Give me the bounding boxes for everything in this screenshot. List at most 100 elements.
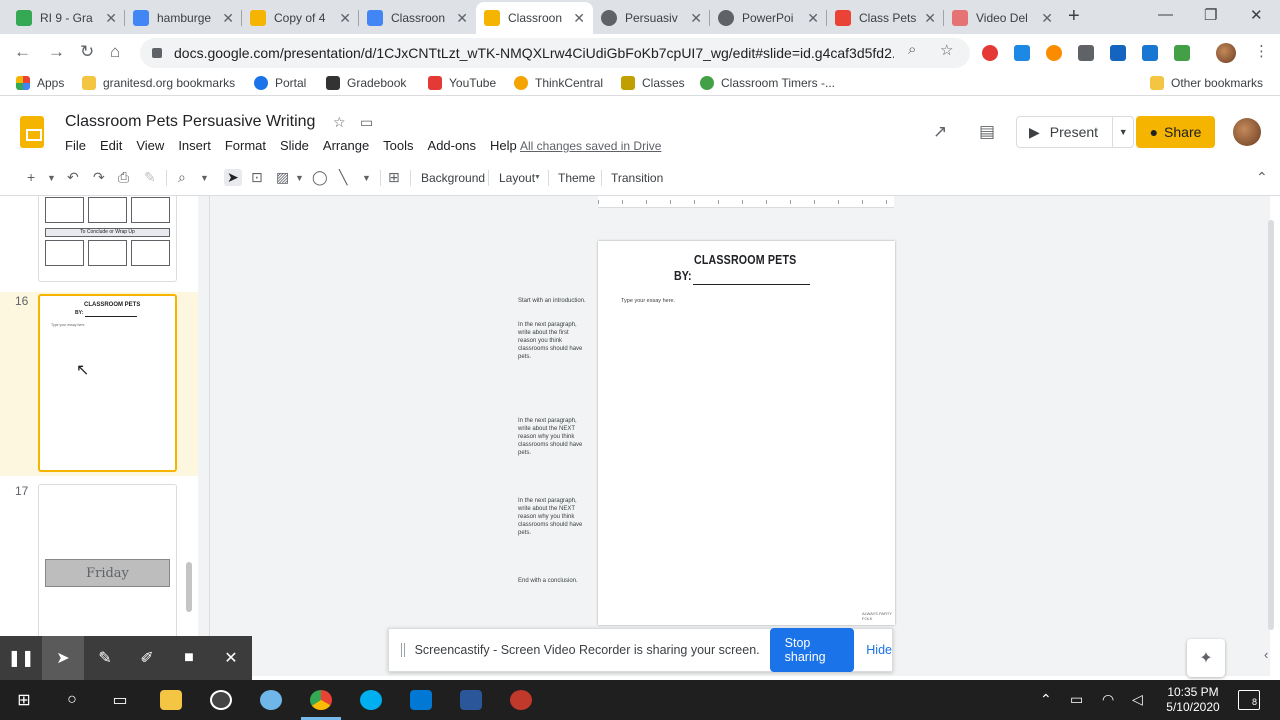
- window-close-icon[interactable]: ✕: [1250, 6, 1263, 24]
- image-dropdown-icon[interactable]: ▼: [295, 173, 304, 183]
- cursor-icon[interactable]: ➤: [42, 636, 84, 680]
- extension-icon[interactable]: [1110, 45, 1126, 61]
- filmstrip-scrollbar[interactable]: [186, 562, 192, 612]
- comments-icon[interactable]: ▤: [979, 122, 995, 142]
- close-tab-icon[interactable]: ✕: [807, 10, 819, 27]
- pause-icon[interactable]: ❚❚: [0, 636, 42, 680]
- xbox-icon[interactable]: [210, 690, 232, 710]
- share-button[interactable]: ● Share: [1136, 116, 1215, 148]
- transition-button[interactable]: Transition: [611, 171, 663, 185]
- add-comment-icon[interactable]: ⊞: [388, 169, 400, 186]
- close-tab-icon[interactable]: ✕: [222, 10, 234, 27]
- image-icon[interactable]: ▨: [276, 169, 289, 186]
- bookmark-folder[interactable]: granitesd.org bookmarks: [82, 76, 235, 90]
- word-icon[interactable]: [460, 690, 482, 710]
- extension-grid-icon[interactable]: [1078, 45, 1094, 61]
- extension-record-icon[interactable]: [982, 45, 998, 61]
- forward-icon[interactable]: →: [48, 42, 65, 62]
- select-cursor-icon[interactable]: ➤: [224, 169, 242, 186]
- browser-tab-active[interactable]: Classroon ✕: [476, 2, 593, 34]
- app-icon[interactable]: [510, 690, 532, 710]
- menu-file[interactable]: File: [65, 138, 86, 153]
- present-button[interactable]: ▶ Present ▼: [1016, 116, 1134, 148]
- profile-avatar-icon[interactable]: [1216, 43, 1236, 63]
- address-bar[interactable]: docs.google.com/presentation/d/1CJxCNTtL…: [140, 38, 970, 68]
- highlighter-icon[interactable]: ✐: [126, 636, 168, 680]
- windows-start-icon[interactable]: ⊞: [14, 690, 34, 710]
- layout-button[interactable]: Layout: [499, 171, 535, 185]
- slides-logo-icon[interactable]: [20, 116, 44, 148]
- slide-thumbnail-16[interactable]: CLASSROOM PETS BY: Type your essay here.: [38, 294, 177, 472]
- zoom-dropdown-icon[interactable]: ▼: [200, 173, 209, 183]
- pen-icon[interactable]: ✎: [84, 636, 126, 680]
- outlook-icon[interactable]: [410, 690, 432, 710]
- menu-format[interactable]: Format: [225, 138, 266, 153]
- speaker-note[interactable]: End with a conclusion.: [518, 577, 588, 585]
- menu-addons[interactable]: Add-ons: [428, 138, 476, 153]
- activity-trend-icon[interactable]: ↗: [933, 122, 947, 142]
- theme-button[interactable]: Theme: [558, 171, 595, 185]
- browser-tab[interactable]: Video Del ✕: [944, 2, 1061, 34]
- bookmark-apps[interactable]: Apps: [16, 76, 64, 90]
- star-icon[interactable]: ☆: [333, 114, 346, 131]
- slide-thumbnail-17[interactable]: Friday: [38, 484, 177, 636]
- current-slide[interactable]: CLASSROOM PETS BY: Type your essay here.…: [598, 241, 895, 625]
- url-text[interactable]: docs.google.com/presentation/d/1CJxCNTtL…: [174, 45, 894, 61]
- menu-slide[interactable]: Slide: [280, 138, 309, 153]
- speaker-note[interactable]: In the next paragraph, write about the N…: [518, 417, 588, 457]
- essay-text-box[interactable]: Type your essay here.: [621, 298, 675, 304]
- chrome-icon[interactable]: [310, 690, 332, 710]
- shape-icon[interactable]: ◯: [312, 169, 328, 186]
- file-explorer-icon[interactable]: [160, 690, 182, 710]
- menu-arrange[interactable]: Arrange: [323, 138, 369, 153]
- collapse-toolbar-icon[interactable]: ⌃: [1256, 169, 1268, 186]
- new-slide-icon[interactable]: +: [27, 169, 35, 185]
- close-tab-icon[interactable]: ✕: [690, 10, 702, 27]
- text-box-icon[interactable]: ⊡: [251, 169, 263, 186]
- speaker-note[interactable]: In the next paragraph, write about the N…: [518, 497, 588, 537]
- close-tab-icon[interactable]: ✕: [339, 10, 351, 27]
- slide-by-label[interactable]: BY:: [674, 268, 692, 283]
- browser-tab[interactable]: Copy of 4 ✕: [242, 2, 359, 34]
- close-tab-icon[interactable]: ✕: [105, 10, 117, 27]
- new-slide-dropdown-icon[interactable]: ▼: [47, 173, 56, 183]
- avatar[interactable]: [1233, 118, 1261, 146]
- layout-dropdown-icon[interactable]: ▼: [534, 174, 541, 181]
- bookmark-thinkcentral[interactable]: ThinkCentral: [514, 76, 603, 90]
- print-icon[interactable]: ⎙: [118, 169, 129, 186]
- extension-icon[interactable]: [1174, 45, 1190, 61]
- volume-icon[interactable]: ◁: [1132, 691, 1143, 708]
- browser-tab[interactable]: PowerPoi ✕: [710, 2, 827, 34]
- document-title[interactable]: Classroom Pets Persuasive Writing: [65, 113, 315, 131]
- close-tab-icon[interactable]: ✕: [573, 10, 585, 27]
- browser-tab[interactable]: hamburge ✕: [125, 2, 242, 34]
- skype-icon[interactable]: [360, 690, 382, 710]
- browser-tab[interactable]: Class Pets ✕: [827, 2, 944, 34]
- notification-center-icon[interactable]: 8: [1238, 690, 1260, 710]
- present-dropdown-icon[interactable]: ▼: [1113, 127, 1133, 137]
- browser-tab[interactable]: Classroon ✕: [359, 2, 476, 34]
- redo-icon[interactable]: ↷: [93, 169, 105, 186]
- tray-overflow-icon[interactable]: ⌃: [1040, 691, 1052, 708]
- app-icon[interactable]: [260, 690, 282, 710]
- speaker-note[interactable]: Start with an introduction.: [518, 297, 588, 305]
- reload-icon[interactable]: ↻: [80, 42, 94, 62]
- system-clock[interactable]: 10:35 PM 5/10/2020: [1158, 685, 1228, 715]
- close-tab-icon[interactable]: ✕: [924, 10, 936, 27]
- task-view-icon[interactable]: ▭: [110, 690, 130, 710]
- new-tab-button[interactable]: +: [1068, 5, 1080, 28]
- bookmark-classroom-timers[interactable]: Classroom Timers -...: [700, 76, 835, 90]
- menu-help[interactable]: Help: [490, 138, 517, 153]
- menu-view[interactable]: View: [136, 138, 164, 153]
- close-tab-icon[interactable]: ✕: [1041, 10, 1053, 27]
- bookmark-youtube[interactable]: YouTube: [428, 76, 496, 90]
- zoom-icon[interactable]: ⌕: [178, 169, 186, 186]
- slide-thumbnail-15[interactable]: To Conclude or Wrap Up: [38, 196, 177, 282]
- line-dropdown-icon[interactable]: ▼: [362, 173, 371, 183]
- line-icon[interactable]: ╲: [339, 169, 347, 186]
- browser-tab[interactable]: Persuasiv ✕: [593, 2, 710, 34]
- camera-icon[interactable]: ■: [168, 636, 210, 680]
- close-tab-icon[interactable]: ✕: [456, 10, 468, 27]
- menu-edit[interactable]: Edit: [100, 138, 122, 153]
- browser-tab[interactable]: RI 9 - Gra ✕: [8, 2, 125, 34]
